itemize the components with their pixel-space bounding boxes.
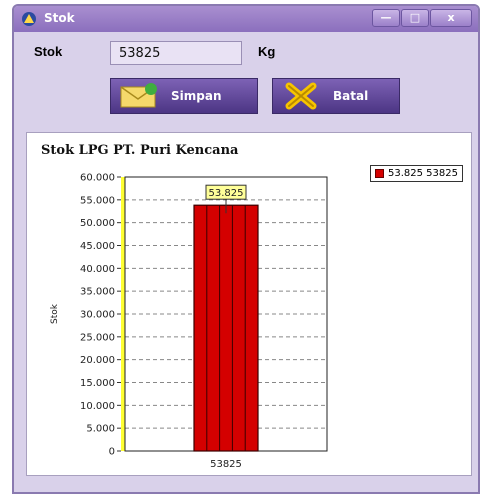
minimize-button[interactable]: — [372, 9, 400, 27]
bar-53825 [193, 204, 259, 452]
y-tick-label: 10.000 [80, 401, 115, 412]
y-tick-label: 30.000 [80, 310, 115, 321]
stok-input[interactable]: 53825 [110, 41, 242, 65]
y-tick-label: 25.000 [80, 332, 115, 343]
stock-chart: Stok LPG PT. Puri Kencana 53.825 53825 0… [26, 132, 472, 476]
data-label: 53.825 [209, 188, 244, 199]
y-tick-label: 60.000 [80, 173, 115, 184]
y-tick-label: 55.000 [80, 195, 115, 206]
y-tick-label: 20.000 [80, 355, 115, 366]
unit-label: Kg [258, 44, 276, 59]
stok-window: Stok — □ x Stok 53825 Kg Simpan Batal St… [12, 4, 480, 494]
app-icon [22, 12, 36, 26]
chart-plot: 0 5.000 10.000 15.000 20.000 25.000 30.000 35.0… [50, 173, 328, 470]
x-tick-label: 53825 [210, 459, 242, 470]
save-button-label: Simpan [171, 89, 222, 103]
y-tick-label: 50.000 [80, 218, 115, 229]
close-x-icon [285, 82, 317, 110]
y-axis-label: Stok [50, 303, 60, 324]
title-bar[interactable]: Stok — □ x [14, 6, 478, 32]
cancel-button-label: Batal [333, 89, 369, 103]
y-tick-label: 45.000 [80, 241, 115, 252]
stok-label: Stok [34, 44, 63, 59]
window-title: Stok [44, 11, 75, 25]
envelope-icon [120, 83, 157, 108]
y-axis-highlight [121, 177, 125, 451]
close-button[interactable]: x [430, 9, 472, 27]
y-tick-label: 40.000 [80, 264, 115, 275]
cancel-button[interactable]: Batal [272, 78, 400, 114]
y-tick-label: 0 [109, 447, 115, 458]
maximize-button[interactable]: □ [401, 9, 429, 27]
save-button[interactable]: Simpan [110, 78, 258, 114]
y-tick-label: 15.000 [80, 378, 115, 389]
y-tick-label: 5.000 [86, 424, 115, 435]
y-tick-label: 35.000 [80, 287, 115, 298]
